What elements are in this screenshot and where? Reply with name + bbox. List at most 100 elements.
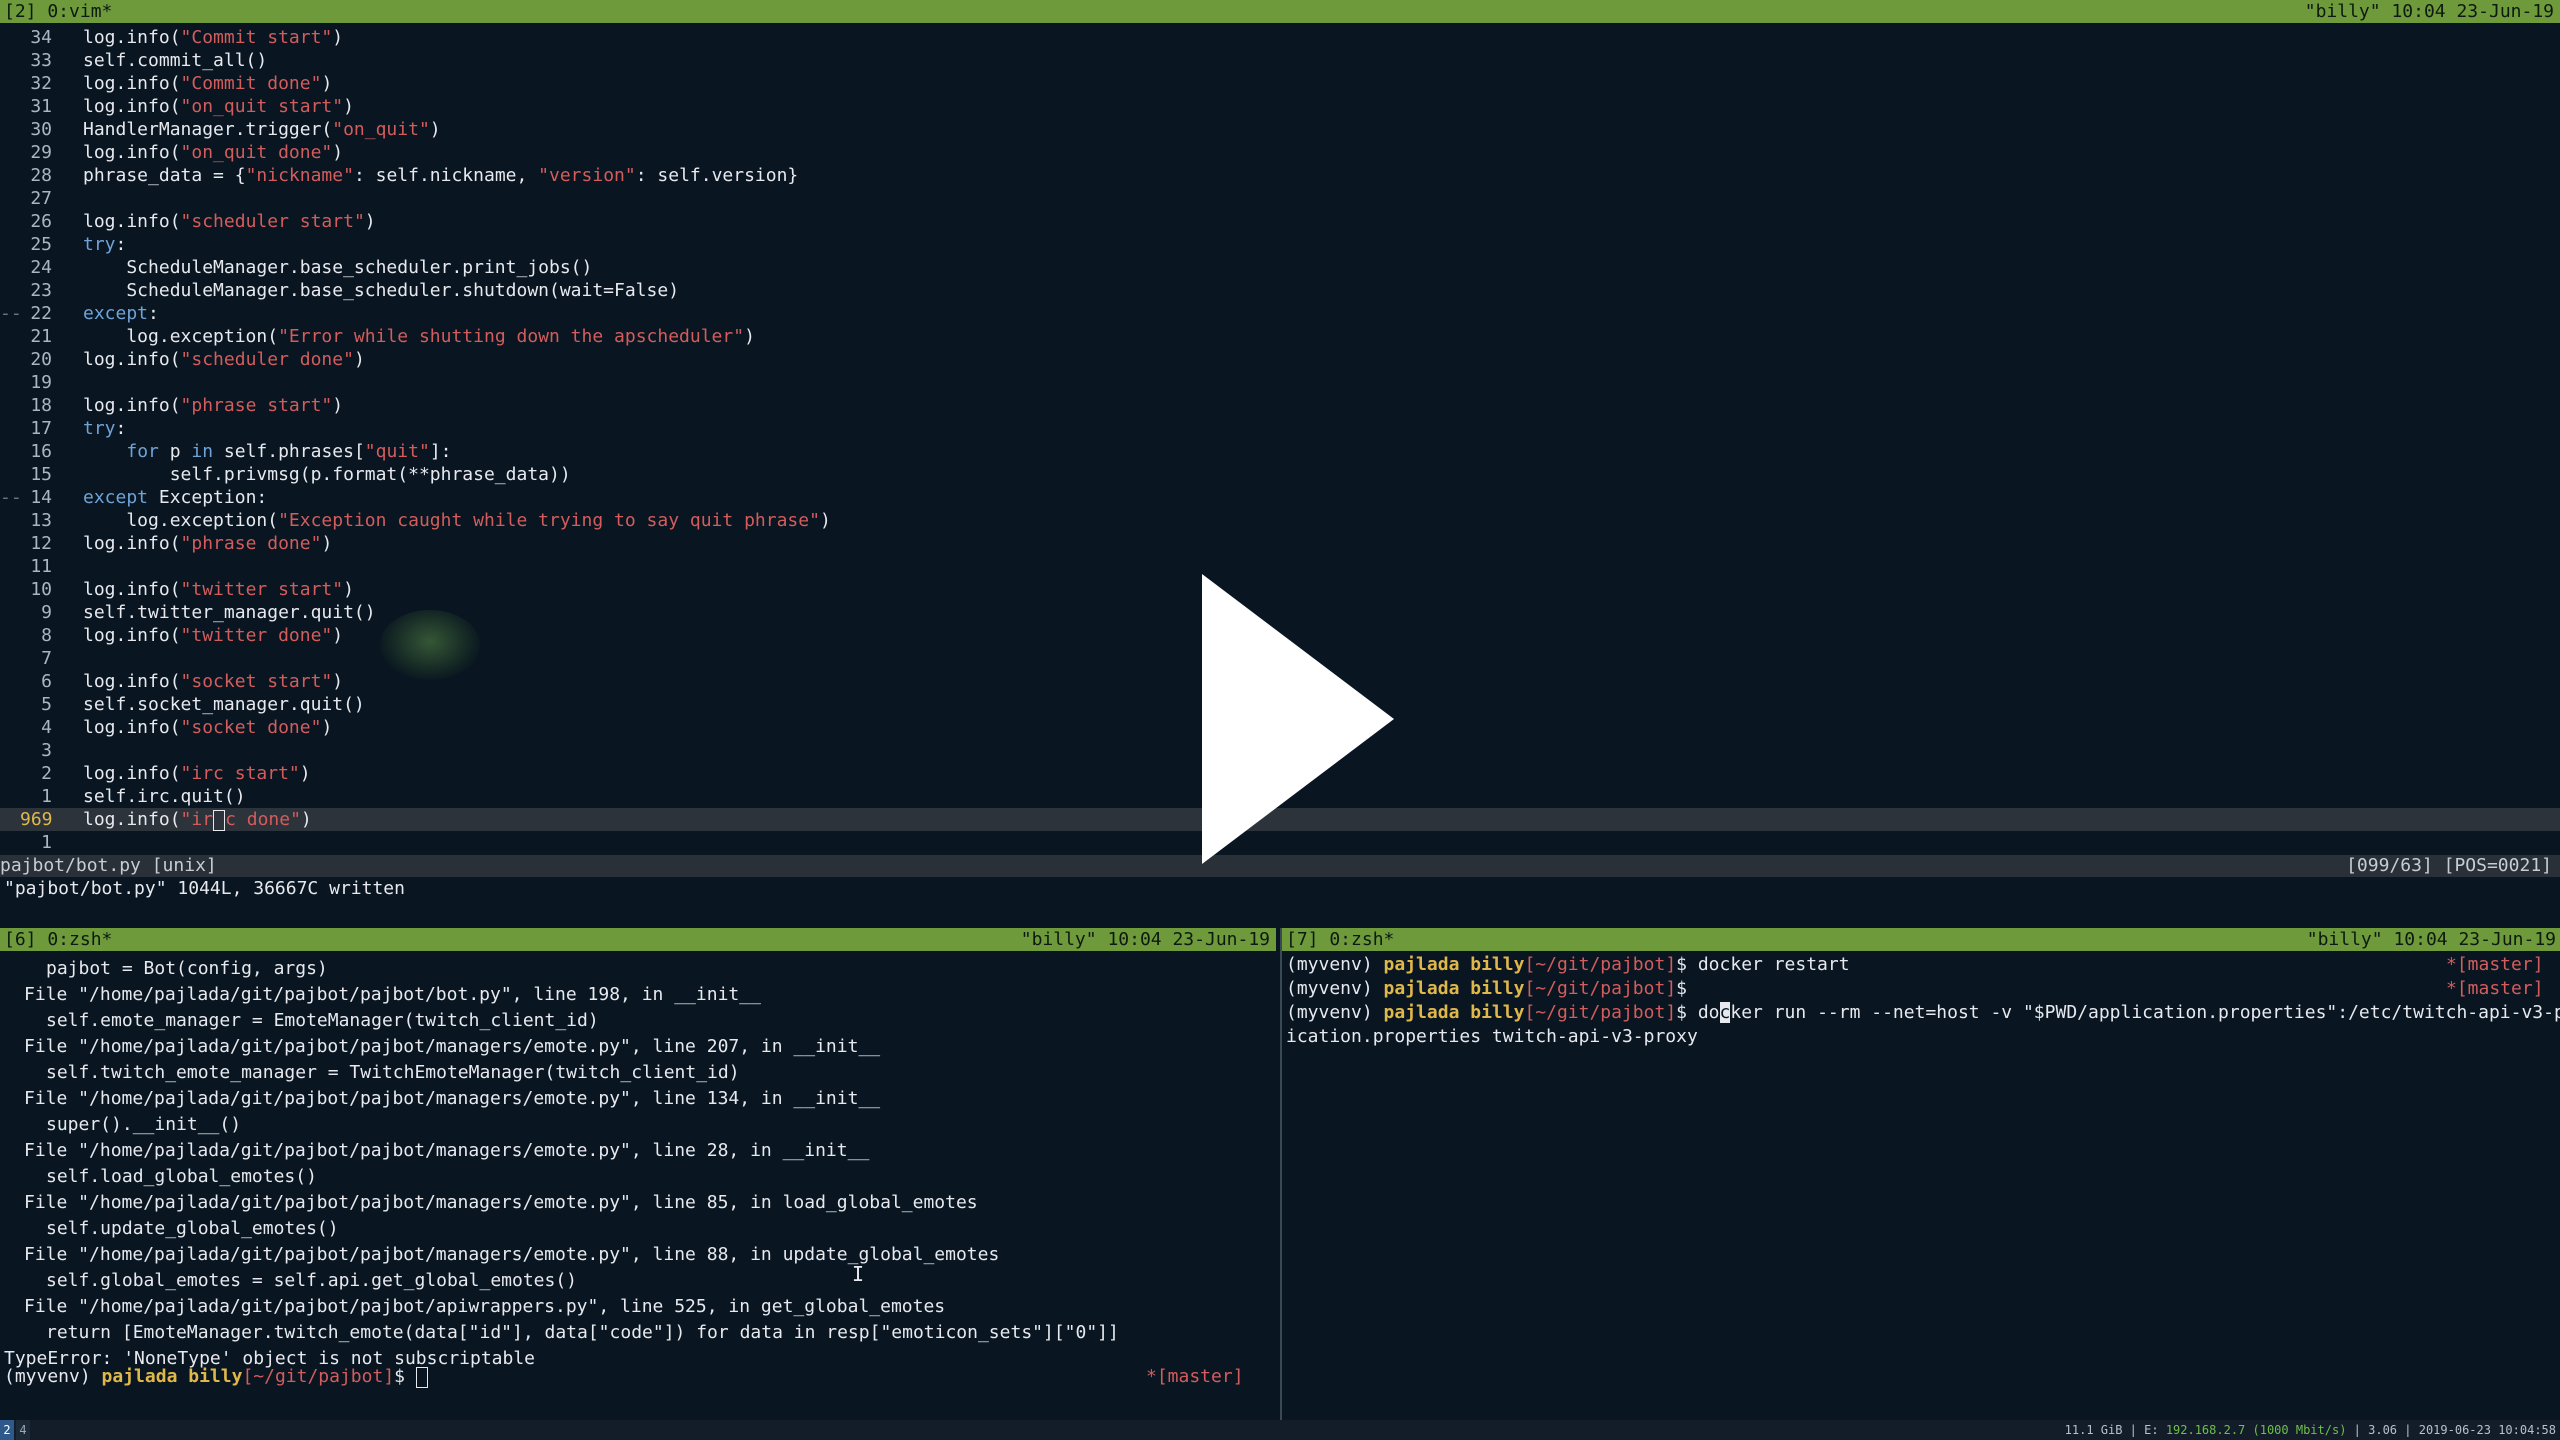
line-number: 21	[30, 326, 52, 347]
line-text: ScheduleManager.base_scheduler.shutdown(…	[83, 280, 680, 301]
line-text: HandlerManager.trigger("on_quit")	[83, 119, 441, 140]
vim-position: [099/63] [POS=0021]	[2346, 855, 2552, 876]
traceback-frame: File "/home/pajlada/git/pajbot/pajbot/ma…	[24, 1140, 870, 1161]
line-number: 31	[30, 96, 52, 117]
line-text: log.info("phrase start")	[83, 395, 344, 416]
traceback-frame: File "/home/pajlada/git/pajbot/pajbot/ma…	[24, 1192, 978, 1213]
code-line: 28 phrase_data = {"nickname": self.nickna…	[0, 164, 2560, 187]
venv-label: (myvenv)	[4, 1366, 102, 1387]
line-text: self.socket_manager.quit()	[83, 694, 365, 715]
line-number: 6	[41, 671, 52, 692]
line-text: ScheduleManager.base_scheduler.print_job…	[83, 257, 593, 278]
workspace-4[interactable]: 4	[16, 1420, 30, 1440]
traceback-line: self.load_global_emotes()	[46, 1166, 317, 1187]
terminal-cursor: c	[1719, 1002, 1731, 1023]
line-number: 19	[30, 372, 52, 393]
traceback-line: super().__init__()	[46, 1114, 242, 1135]
prompt-path: [~/git/pajbot]	[1524, 978, 1677, 999]
text-cursor-icon: I	[852, 1262, 865, 1286]
tmux-status-bar-left-pane: [6] 0:zsh* "billy" 10:04 23-Jun-19	[0, 928, 1276, 951]
load-readout: 3.06	[2368, 1423, 2398, 1437]
prompt-path: [~/git/pajbot]	[1524, 954, 1677, 975]
line-text: log.info("scheduler done")	[83, 349, 365, 370]
line-number: 30	[30, 119, 52, 140]
line-text: for p in self.phrases["quit"]:	[126, 441, 452, 462]
line-number: 34	[30, 27, 52, 48]
code-line: 18 log.info("phrase start")	[0, 394, 2560, 417]
prompt-user: pajlada billy	[1383, 954, 1525, 975]
shell-prompt[interactable]: (myvenv) pajlada billy[~/git/pajbot]$	[4, 1364, 428, 1390]
memory-readout: 11.1 GiB	[2064, 1423, 2123, 1437]
line-text: log.info("Commit start")	[83, 27, 344, 48]
prompt-path: [~/git/pajbot]	[242, 1366, 395, 1387]
code-line: 17 try:	[0, 417, 2560, 440]
play-icon[interactable]	[1202, 574, 1394, 864]
shell-command-part: ker run --rm --net=host -v "$PWD/applica…	[1730, 1002, 2560, 1023]
traceback-line: self.twitch_emote_manager = TwitchEmoteM…	[46, 1062, 740, 1083]
traceback-frame: File "/home/pajlada/git/pajbot/pajbot/ma…	[24, 1036, 881, 1057]
prompt-symbol: $	[1676, 978, 1698, 999]
tmux-clock: "billy" 10:04 23-Jun-19	[2304, 1, 2554, 22]
line-text: log.info("twitter start")	[83, 579, 354, 600]
prompt-user: pajlada billy	[1383, 978, 1525, 999]
line-number: 8	[41, 625, 52, 646]
tmux-status-bar-vim: [2] 0:vim* "billy" 10:04 23-Jun-19	[0, 0, 2560, 23]
line-number: 25	[30, 234, 52, 255]
traceback-line: self.global_emotes = self.api.get_global…	[46, 1270, 578, 1291]
traceback-frame: File "/home/pajlada/git/pajbot/pajbot/ap…	[24, 1296, 946, 1317]
editor-cursor	[213, 809, 226, 831]
prompt-symbol: $	[1676, 1002, 1698, 1023]
tmux-clock: "billy" 10:04 23-Jun-19	[2306, 929, 2556, 950]
venv-label: (myvenv)	[1286, 1002, 1384, 1023]
line-number: 32	[30, 73, 52, 94]
vim-message: "pajbot/bot.py" 1044L, 36667C written	[4, 878, 405, 899]
line-number: 3	[41, 740, 52, 761]
line-text: try:	[83, 418, 127, 439]
workspace-switcher[interactable]: 24	[0, 1420, 32, 1440]
line-number: 7	[41, 648, 52, 669]
tmux-window-label: [6] 0:zsh*	[4, 929, 113, 950]
line-number: 2	[41, 763, 52, 784]
line-number: 10	[30, 579, 52, 600]
code-line: 31 log.info("on_quit start")	[0, 95, 2560, 118]
line-text: log.info("phrase done")	[83, 533, 333, 554]
network-label: E:	[2144, 1423, 2166, 1437]
frog-emote-watermark	[380, 610, 480, 680]
line-number: 5	[41, 694, 52, 715]
traceback-line: return [EmoteManager.twitch_emote(data["…	[46, 1322, 1119, 1343]
terminal-pane-right[interactable]: [7] 0:zsh* "billy" 10:04 23-Jun-19 (myve…	[1280, 928, 2560, 1420]
terminal-cursor	[415, 1366, 428, 1388]
line-text: except Exception:	[83, 487, 268, 508]
line-number: 9	[41, 602, 52, 623]
prompt-symbol: $	[394, 1366, 416, 1387]
line-text: log.exception("Exception caught while tr…	[83, 510, 831, 531]
code-line: 13 log.exception("Exception caught while…	[0, 509, 2560, 532]
workspace-2[interactable]: 2	[0, 1420, 14, 1440]
line-text: log.info("irc start")	[83, 763, 311, 784]
code-line: 20 log.info("scheduler done")	[0, 348, 2560, 371]
shell-line-3[interactable]: (myvenv) pajlada billy[~/git/pajbot]$ do…	[1286, 1000, 2560, 1026]
traceback-frame: File "/home/pajlada/git/pajbot/pajbot/bo…	[24, 984, 761, 1005]
terminal-pane-left[interactable]: [6] 0:zsh* "billy" 10:04 23-Jun-19 pajbo…	[0, 928, 1276, 1420]
tmux-window-label: [7] 0:zsh*	[1286, 929, 1395, 950]
code-line: 25 try:	[0, 233, 2560, 256]
line-number: 33	[30, 50, 52, 71]
line-number: 29	[30, 142, 52, 163]
line-text: self.commit_all()	[83, 50, 268, 71]
sign-column: --	[0, 303, 22, 324]
line-number: 17	[30, 418, 52, 439]
line-number: 16	[30, 441, 52, 462]
shell-command: docker restart	[1697, 954, 1850, 975]
line-number: 28	[30, 165, 52, 186]
git-branch-badge: *[master]	[2446, 954, 2544, 975]
line-number: 12	[30, 533, 52, 554]
line-number: 13	[30, 510, 52, 531]
code-line: -- 14 except Exception:	[0, 486, 2560, 509]
line-text: log.info("on_quit done")	[83, 142, 344, 163]
shell-command-wrap: ication.properties twitch-api-v3-proxy	[1286, 1026, 1698, 1047]
line-text: self.twitter_manager.quit()	[83, 602, 376, 623]
line-number: 18	[30, 395, 52, 416]
line-text: log.info("twitter done")	[83, 625, 344, 646]
traceback-line: self.emote_manager = EmoteManager(twitch…	[46, 1010, 599, 1031]
line-number: 22	[30, 303, 52, 324]
